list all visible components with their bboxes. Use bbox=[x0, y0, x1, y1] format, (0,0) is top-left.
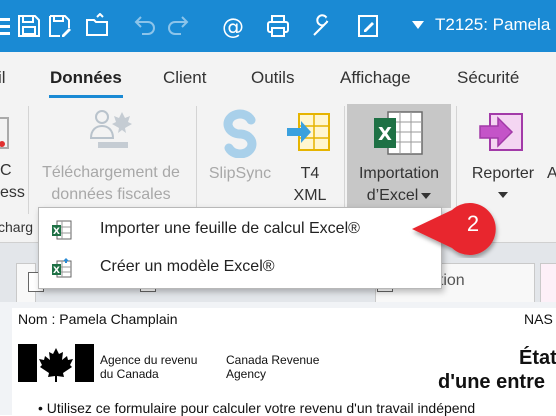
reporter-icon[interactable] bbox=[478, 112, 526, 152]
menu-item-label: Créer un modèle Excel® bbox=[100, 258, 275, 275]
email-icon[interactable]: @ bbox=[220, 13, 246, 39]
tab-donnees[interactable]: Données bbox=[50, 68, 122, 88]
tax-data-download-icon bbox=[88, 108, 138, 152]
step-callout bbox=[408, 198, 504, 258]
ribbon-tabs: il Données Client Outils Affichage Sécur… bbox=[0, 52, 556, 100]
chevron-down-icon[interactable] bbox=[498, 191, 508, 198]
taxpayer-name: Nom : Pamela Champlain bbox=[18, 311, 178, 327]
instruction-bullet: • Utilisez ce formulaire pour calculer v… bbox=[38, 400, 476, 416]
doc-tab-active[interactable] bbox=[540, 263, 556, 304]
t4-xml-icon[interactable] bbox=[285, 108, 333, 154]
form-title-line-1: État bbox=[519, 347, 556, 369]
tax-data-download-label-2: données fiscales bbox=[51, 186, 171, 203]
tab-client[interactable]: Client bbox=[163, 68, 206, 88]
svg-text:X: X bbox=[53, 266, 60, 276]
svg-text:X: X bbox=[53, 227, 60, 237]
agency-fr: Agence du revenu du Canada bbox=[100, 353, 197, 381]
tab-affichage[interactable]: Affichage bbox=[340, 68, 411, 88]
tab-securite[interactable]: Sécurité bbox=[457, 68, 519, 88]
slipsync-label: SlipSync bbox=[208, 165, 272, 182]
excel-import-label-1[interactable]: Importation bbox=[347, 163, 451, 184]
agency-fr-line-2: du Canada bbox=[100, 367, 159, 381]
partial-button-label-2: ess bbox=[0, 184, 25, 201]
agency-en-line-1: Canada Revenue bbox=[226, 353, 320, 367]
redo-icon[interactable] bbox=[166, 13, 192, 39]
ribbon-group-label: charg bbox=[0, 219, 34, 235]
ribbon-separator bbox=[196, 106, 197, 214]
ribbon-separator bbox=[28, 106, 29, 214]
tax-data-download-label-1: Téléchargement de bbox=[42, 164, 180, 181]
excel-import-icon: X bbox=[51, 219, 73, 241]
save-as-icon[interactable] bbox=[47, 13, 73, 39]
wrench-icon[interactable] bbox=[309, 13, 335, 39]
save-icon[interactable] bbox=[16, 13, 42, 39]
print-icon[interactable] bbox=[265, 13, 291, 39]
agency-fr-line-1: Agence du revenu bbox=[100, 353, 198, 367]
agency-en-line-2: Agency bbox=[226, 367, 267, 381]
open-folder-icon[interactable] bbox=[84, 13, 110, 39]
step-number: 2 bbox=[466, 211, 480, 236]
tab-partial[interactable]: il bbox=[0, 68, 6, 88]
partial-right-label: A bbox=[547, 165, 556, 182]
t4-xml-label-1[interactable]: T4 bbox=[285, 163, 335, 184]
undo-icon[interactable] bbox=[131, 13, 157, 39]
sin-label: NAS bbox=[524, 311, 553, 327]
menu-item-import-spreadsheet[interactable]: X Importer une feuille de calcul Excel® bbox=[39, 210, 441, 248]
ribbon-separator bbox=[344, 106, 345, 214]
t4-xml-label-2[interactable]: XML bbox=[285, 185, 335, 206]
slipsync-icon bbox=[219, 108, 261, 159]
reporter-label[interactable]: Reporter bbox=[463, 163, 543, 184]
partial-ribbon-icon[interactable] bbox=[0, 116, 16, 150]
excel-import-icon[interactable]: X bbox=[372, 110, 426, 156]
form-title-line-2: d'une entre bbox=[438, 371, 545, 393]
edit-form-icon[interactable] bbox=[355, 13, 381, 39]
svg-text:X: X bbox=[378, 124, 392, 145]
svg-text:@: @ bbox=[222, 15, 244, 39]
dropdown-icon[interactable] bbox=[412, 21, 424, 29]
excel-import-menu: X Importer une feuille de calcul Excel® … bbox=[38, 207, 442, 289]
active-tab-indicator bbox=[49, 95, 123, 98]
partial-button-label-1: C bbox=[0, 162, 12, 179]
menu-item-create-template[interactable]: X Créer un modèle Excel® bbox=[39, 248, 441, 286]
agency-en: Canada Revenue Agency bbox=[226, 353, 319, 381]
menu-item-label: Importer une feuille de calcul Excel® bbox=[100, 220, 360, 237]
menu-icon[interactable] bbox=[0, 13, 12, 39]
canada-flag-icon bbox=[18, 344, 94, 383]
tab-outils[interactable]: Outils bbox=[251, 68, 294, 88]
title-bar: @ T2125: Pamela bbox=[0, 0, 556, 52]
window-title: T2125: Pamela bbox=[435, 15, 551, 34]
excel-template-icon: X bbox=[51, 257, 73, 279]
